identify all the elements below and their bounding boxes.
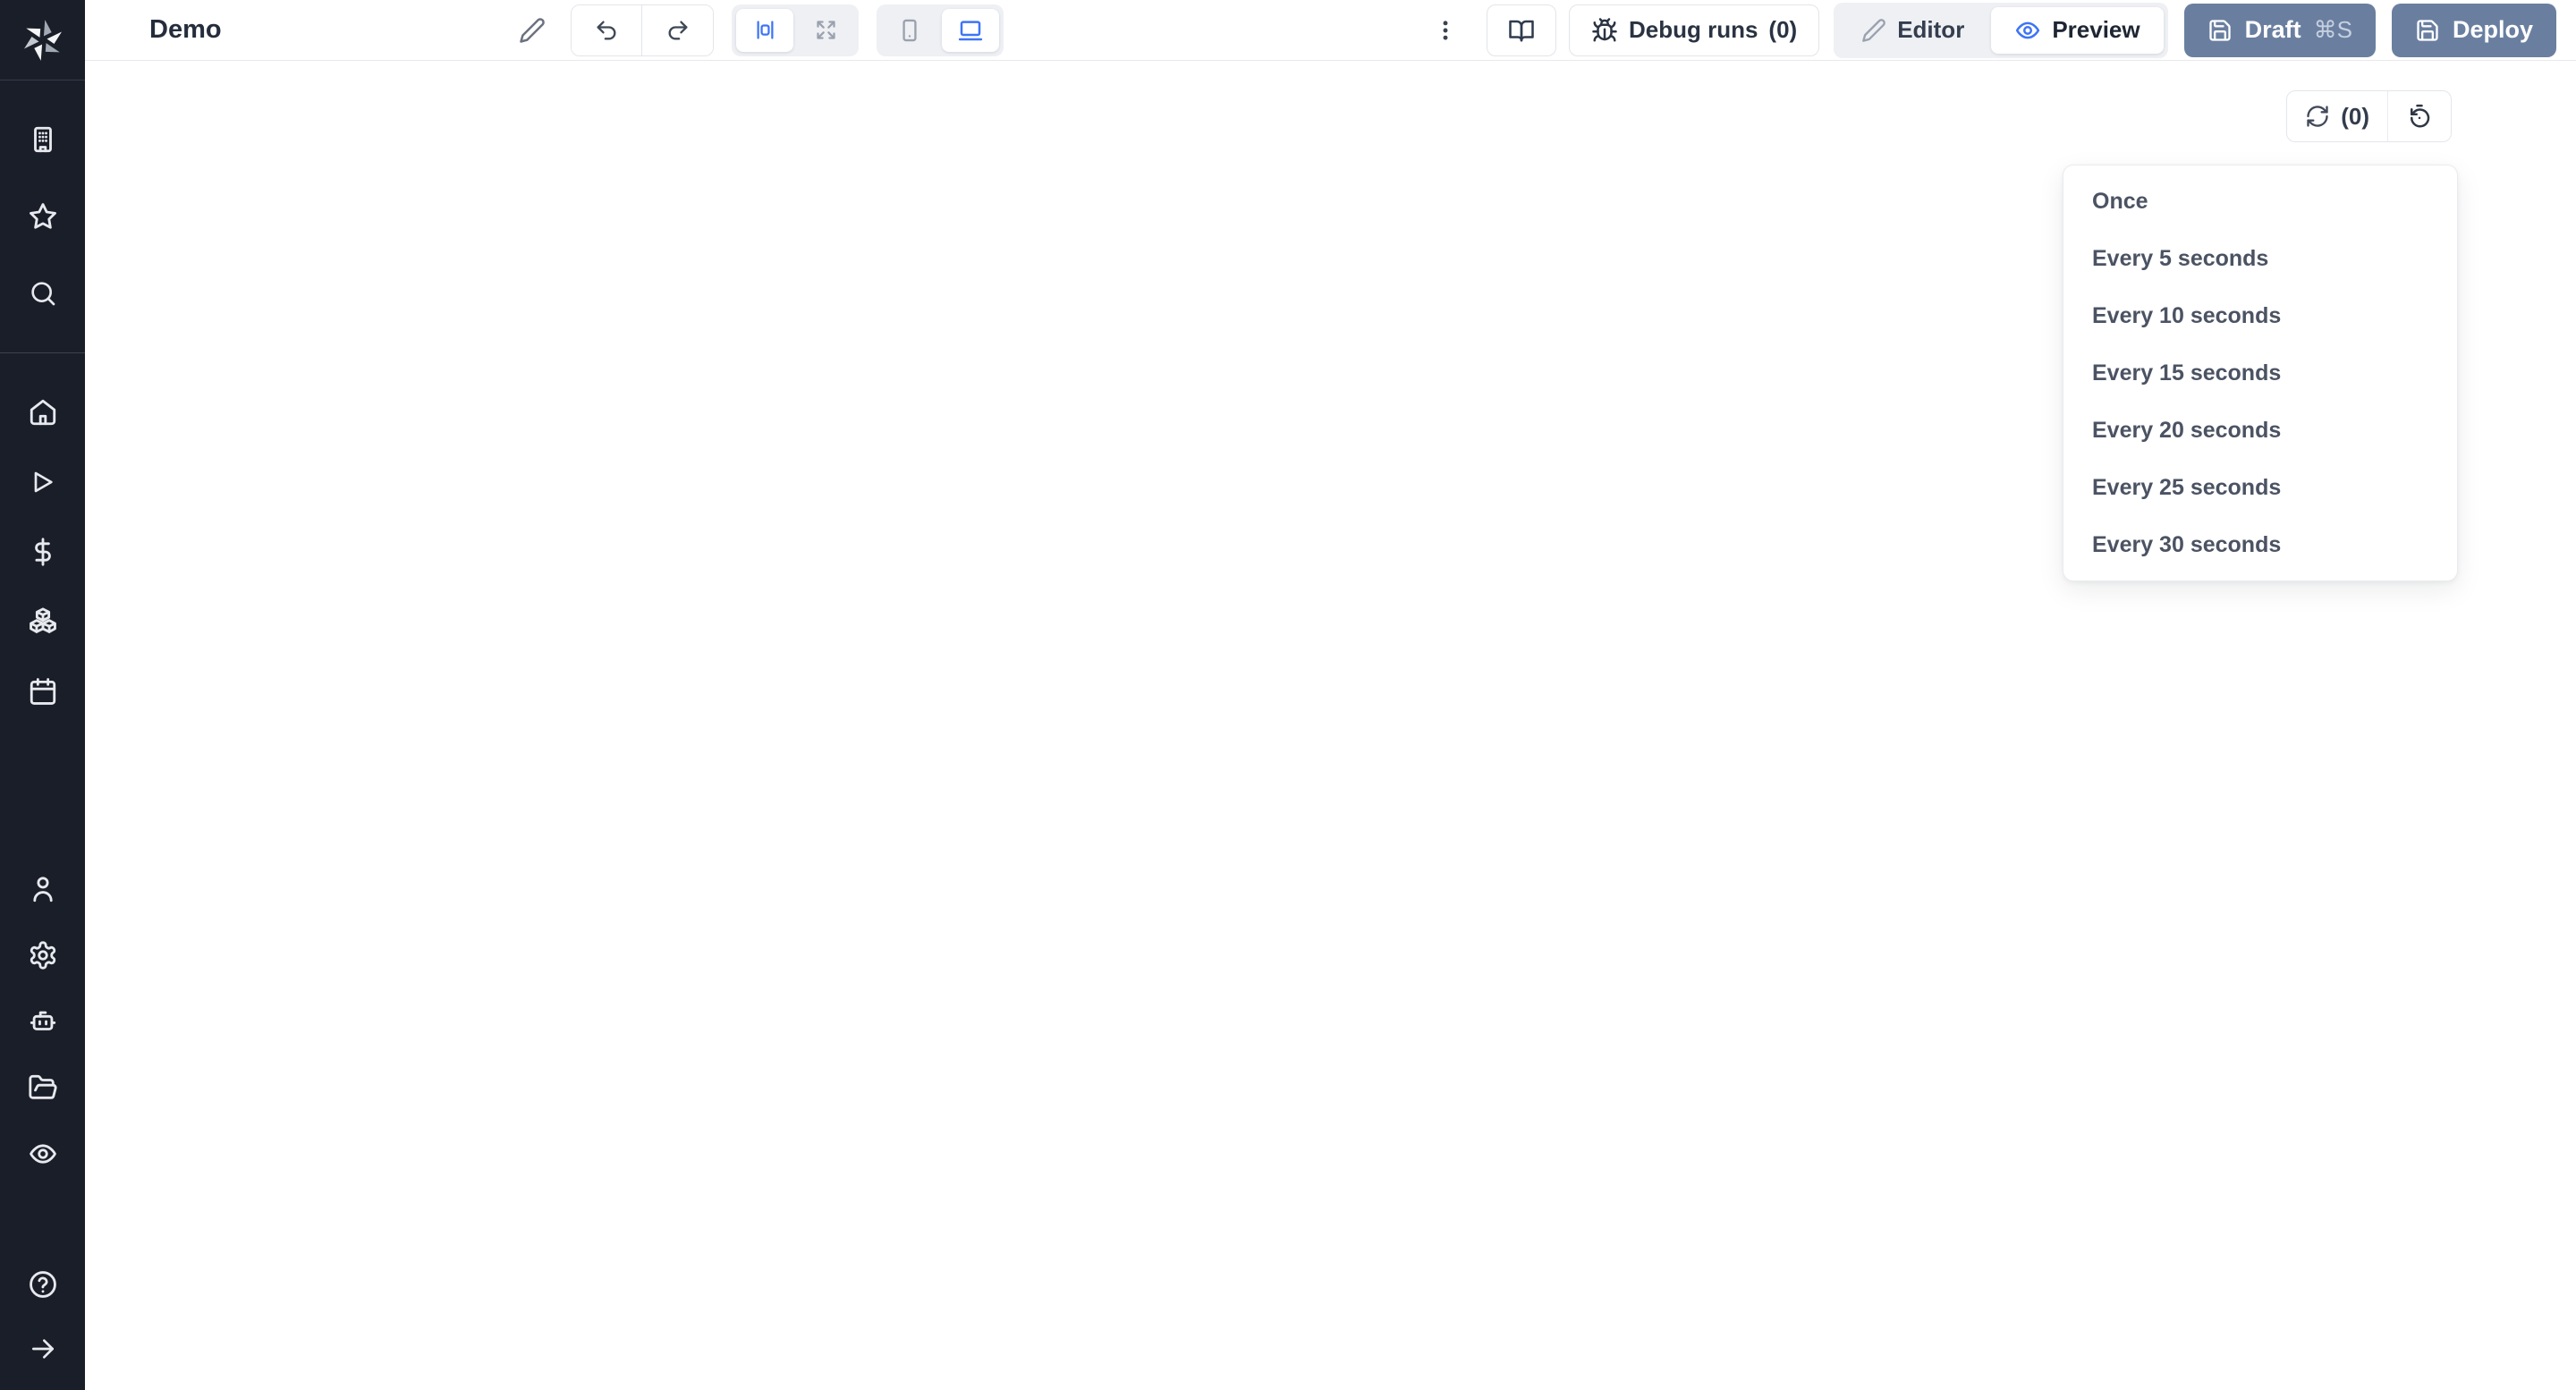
undo-icon <box>594 18 619 43</box>
topbar-right-tools: Debug runs (0) Editor Preview <box>1428 0 2556 60</box>
deploy-button[interactable]: Deploy <box>2392 4 2556 57</box>
pencil-icon <box>519 17 546 44</box>
preview-mode-label: Preview <box>2052 16 2140 44</box>
sidebar-item-runs[interactable] <box>16 464 70 500</box>
save-icon <box>2415 18 2440 43</box>
sidebar-item-resources[interactable] <box>16 604 70 640</box>
kebab-icon <box>1433 18 1458 43</box>
sidebar-expand-button[interactable] <box>16 1331 70 1367</box>
sidebar-primary-section <box>0 353 85 709</box>
menu-item-every-25s[interactable]: Every 25 seconds <box>2063 459 2457 516</box>
arrow-right-icon <box>29 1335 57 1363</box>
draft-shortcut: ⌘S <box>2314 16 2352 44</box>
sidebar-item-settings[interactable] <box>16 937 70 973</box>
eye-icon <box>28 1139 58 1169</box>
eye-icon <box>2014 17 2041 44</box>
sidebar-item-workspace[interactable] <box>16 122 70 157</box>
play-icon <box>29 468 57 496</box>
preview-mode-button[interactable]: Preview <box>1991 7 2163 54</box>
debug-runs-count: (0) <box>1768 16 1797 44</box>
save-icon <box>2207 18 2233 43</box>
menu-item-once[interactable]: Once <box>2063 173 2457 230</box>
debug-runs-button[interactable]: Debug runs (0) <box>1569 4 1819 56</box>
windmill-logo-icon <box>21 19 64 62</box>
menu-item-every-15s[interactable]: Every 15 seconds <box>2063 344 2457 402</box>
redo-button[interactable] <box>642 5 713 55</box>
editor-mode-button[interactable]: Editor <box>1838 7 1987 54</box>
smartphone-icon <box>897 18 922 43</box>
editor-preview-toggle: Editor Preview <box>1834 3 2167 58</box>
sidebar-item-help[interactable] <box>16 1267 70 1302</box>
sidebar-item-schedules[interactable] <box>16 674 70 709</box>
topbar: Demo <box>85 0 2576 61</box>
refresh-count: (0) <box>2341 103 2369 131</box>
laptop-icon <box>957 17 984 44</box>
dollar-icon <box>28 537 58 567</box>
sidebar-item-home[interactable] <box>16 394 70 430</box>
undo-button[interactable] <box>572 5 642 55</box>
menu-item-every-5s[interactable]: Every 5 seconds <box>2063 230 2457 287</box>
expand-icon <box>814 18 838 42</box>
calendar-icon <box>28 676 58 707</box>
sidebar-item-audit-logs[interactable] <box>16 1136 70 1172</box>
page-title: Demo <box>149 15 222 45</box>
sidebar-item-workers[interactable] <box>16 1004 70 1039</box>
deploy-label: Deploy <box>2453 16 2533 44</box>
sidebar-item-favorites[interactable] <box>16 199 70 234</box>
sidebar-item-variables[interactable] <box>16 534 70 570</box>
folder-open-icon <box>28 1072 58 1103</box>
bug-icon <box>1591 17 1618 44</box>
sidebar-item-users[interactable] <box>16 871 70 907</box>
app-canvas: (0) Once Every 5 seconds Every 10 second… <box>85 61 2576 1390</box>
sidebar-footer-section <box>0 1267 85 1390</box>
refresh-controls: (0) <box>2286 90 2452 142</box>
topbar-center-tools <box>512 0 1004 60</box>
bot-icon <box>28 1006 58 1037</box>
debug-runs-label: Debug runs <box>1629 16 1758 44</box>
sidebar-item-folders[interactable] <box>16 1070 70 1106</box>
boxes-icon <box>28 606 58 637</box>
star-icon <box>28 201 58 232</box>
refresh-icon <box>2305 104 2330 129</box>
menu-item-every-10s[interactable]: Every 10 seconds <box>2063 287 2457 344</box>
undo-redo-group <box>571 4 714 56</box>
refresh-interval-button[interactable] <box>2388 91 2451 141</box>
save-draft-button[interactable]: Draft ⌘S <box>2184 4 2376 57</box>
settings-icon <box>28 940 58 970</box>
help-circle-icon <box>28 1269 58 1300</box>
device-preview-toggle <box>877 4 1004 56</box>
expand-canvas-button[interactable] <box>797 9 854 52</box>
canvas-layout-toggle <box>732 4 859 56</box>
main-area: Demo <box>85 0 2576 1390</box>
editor-mode-label: Editor <box>1897 16 1964 44</box>
building-icon <box>28 124 58 155</box>
docs-button[interactable] <box>1487 4 1556 56</box>
refresh-components-button[interactable]: (0) <box>2287 91 2388 141</box>
sidebar <box>0 0 85 1390</box>
book-open-icon <box>1508 17 1535 44</box>
user-icon <box>28 874 58 904</box>
draft-label: Draft <box>2245 16 2301 44</box>
menu-item-every-20s[interactable]: Every 20 seconds <box>2063 402 2457 459</box>
menu-item-every-30s[interactable]: Every 30 seconds <box>2063 516 2457 573</box>
refresh-interval-menu: Once Every 5 seconds Every 10 seconds Ev… <box>2063 165 2458 581</box>
sidebar-admin-section <box>0 871 85 1172</box>
redo-icon <box>665 18 691 43</box>
search-icon <box>29 279 57 308</box>
center-canvas-button[interactable] <box>736 9 793 52</box>
more-options-button[interactable] <box>1428 10 1463 51</box>
desktop-view-button[interactable] <box>942 9 999 52</box>
sidebar-item-search[interactable] <box>16 275 70 311</box>
pencil-icon <box>1861 18 1886 43</box>
rename-app-button[interactable] <box>512 10 553 51</box>
home-icon <box>28 397 58 428</box>
windmill-logo[interactable] <box>0 0 85 81</box>
sidebar-workspace-section <box>0 81 85 352</box>
mobile-view-button[interactable] <box>881 9 938 52</box>
timer-reset-icon <box>2406 103 2433 130</box>
align-horizontal-center-icon <box>753 18 777 42</box>
